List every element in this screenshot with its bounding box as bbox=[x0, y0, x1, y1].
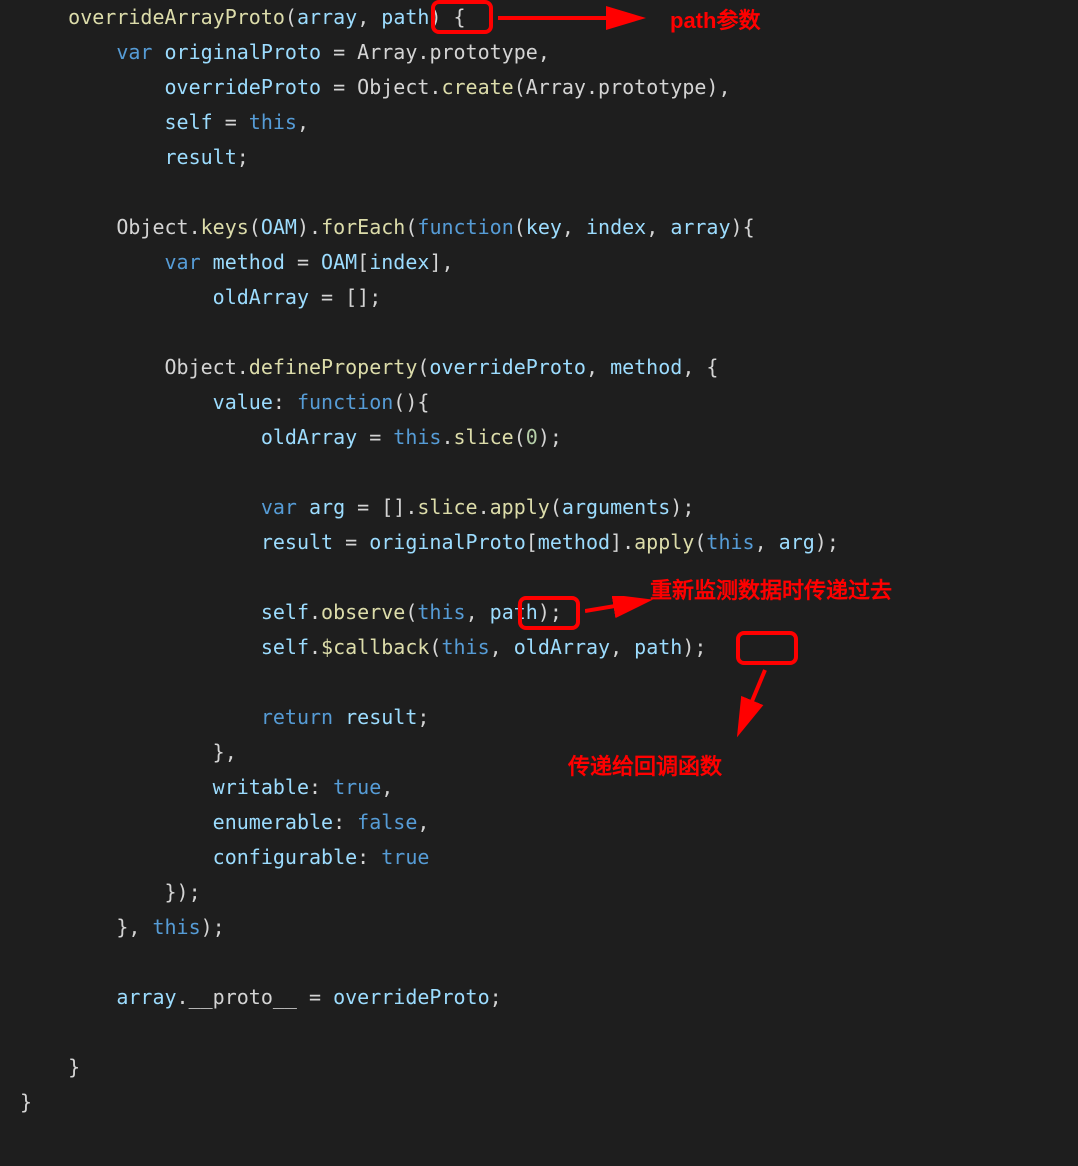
var-method: method bbox=[213, 250, 285, 274]
var-overrideProto3: overrideProto bbox=[333, 985, 490, 1009]
code-block: overrideArrayProto(array, path) { var or… bbox=[0, 0, 1078, 1120]
method-callback: $callback bbox=[321, 635, 429, 659]
var-overrideProto2: overrideProto bbox=[429, 355, 586, 379]
var-arg2: arg bbox=[779, 530, 815, 554]
var-self2: self bbox=[261, 600, 309, 624]
var-path: path bbox=[490, 600, 538, 624]
type-Array2: Array bbox=[526, 75, 586, 99]
var-self3: self bbox=[261, 635, 309, 659]
method-slice: slice bbox=[454, 425, 514, 449]
var-oldArray2: oldArray bbox=[261, 425, 357, 449]
prop-prototype2: prototype bbox=[598, 75, 706, 99]
type-Object3: Object bbox=[165, 355, 237, 379]
var-result2: result bbox=[261, 530, 333, 554]
var-arg: arg bbox=[309, 495, 345, 519]
param-path: path bbox=[381, 5, 429, 29]
function-keyword: function bbox=[417, 215, 513, 239]
this-keyword5: this bbox=[441, 635, 489, 659]
var-method3: method bbox=[538, 530, 610, 554]
method-slice2: slice bbox=[417, 495, 477, 519]
var-originalProto: originalProto bbox=[165, 40, 322, 64]
var-OAM: OAM bbox=[261, 215, 297, 239]
var-array: array bbox=[116, 985, 176, 1009]
var-oldArray: oldArray bbox=[213, 285, 309, 309]
var-result: result bbox=[165, 145, 237, 169]
method-keys: keys bbox=[201, 215, 249, 239]
method-create: create bbox=[441, 75, 513, 99]
param-key: key bbox=[526, 215, 562, 239]
var-overrideProto: overrideProto bbox=[165, 75, 322, 99]
param-array2: array bbox=[670, 215, 730, 239]
bool-false: false bbox=[357, 810, 417, 834]
method-apply: apply bbox=[490, 495, 550, 519]
key-configurable: configurable bbox=[213, 845, 358, 869]
var-result3: result bbox=[345, 705, 417, 729]
function-keyword2: function bbox=[297, 390, 393, 414]
var-keyword: var bbox=[116, 40, 152, 64]
param-index: index bbox=[586, 215, 646, 239]
key-writable: writable bbox=[213, 775, 309, 799]
key-enumerable: enumerable bbox=[213, 810, 333, 834]
method-forEach: forEach bbox=[321, 215, 405, 239]
bool-true: true bbox=[333, 775, 381, 799]
type-Object: Object bbox=[357, 75, 429, 99]
param-array: array bbox=[297, 5, 357, 29]
this-keyword4: this bbox=[417, 600, 465, 624]
type-Array: Array bbox=[357, 40, 417, 64]
this-keyword3: this bbox=[706, 530, 754, 554]
prop-prototype: prototype bbox=[429, 40, 537, 64]
var-self: self bbox=[165, 110, 213, 134]
key-value: value bbox=[213, 390, 273, 414]
number-zero: 0 bbox=[526, 425, 538, 449]
return-keyword: return bbox=[261, 705, 333, 729]
bool-true2: true bbox=[381, 845, 429, 869]
var-method2: method bbox=[610, 355, 682, 379]
var-keyword3: var bbox=[261, 495, 297, 519]
this-keyword6: this bbox=[152, 915, 200, 939]
method-observe: observe bbox=[321, 600, 405, 624]
method-defineProperty: defineProperty bbox=[249, 355, 418, 379]
var-oldArray3: oldArray bbox=[514, 635, 610, 659]
this-keyword2: this bbox=[393, 425, 441, 449]
function-name: overrideArrayProto bbox=[68, 5, 285, 29]
type-Object2: Object bbox=[116, 215, 188, 239]
prop-proto: __proto__ bbox=[189, 985, 297, 1009]
var-arguments: arguments bbox=[562, 495, 670, 519]
var-keyword2: var bbox=[165, 250, 201, 274]
var-index: index bbox=[369, 250, 429, 274]
this-keyword: this bbox=[249, 110, 297, 134]
var-originalProto2: originalProto bbox=[369, 530, 526, 554]
var-path2: path bbox=[634, 635, 682, 659]
var-OAM2: OAM bbox=[321, 250, 357, 274]
method-apply2: apply bbox=[634, 530, 694, 554]
